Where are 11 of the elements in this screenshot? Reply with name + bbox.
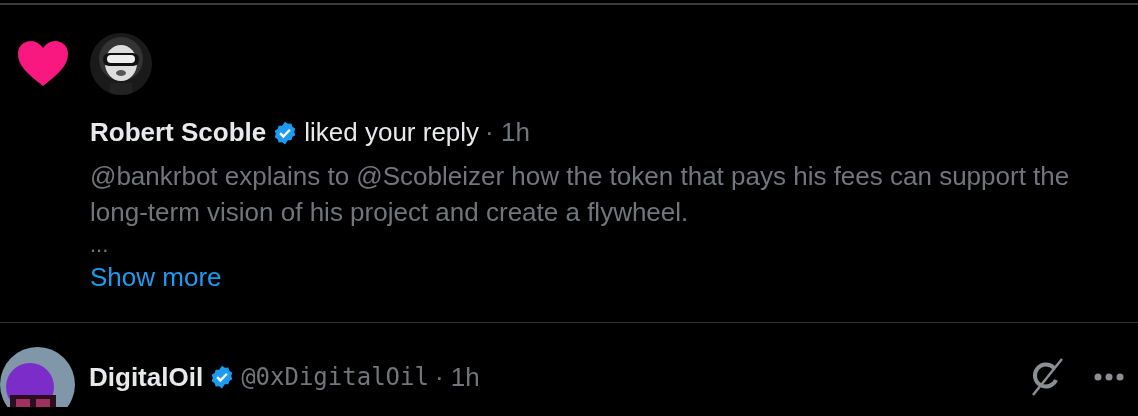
reply-text: @bankrbot explains to @Scobleizer how the token that pays his fees can support the long-term vision of his project and create a flywheel. <box>90 160 1071 229</box>
timestamp: · 1h <box>434 361 480 393</box>
user-handle[interactable]: @0xDigitalOil <box>241 363 429 391</box>
show-more-link[interactable]: Show more <box>90 260 222 294</box>
grok-icon[interactable] <box>1030 358 1064 396</box>
action-text: liked your reply <box>304 117 480 148</box>
timestamp: · 1h <box>485 117 530 148</box>
more-icon[interactable] <box>1094 373 1124 381</box>
ellipsis: ... <box>90 231 110 259</box>
user-name[interactable]: Robert Scoble <box>90 117 267 148</box>
user-name[interactable]: DigitalOil <box>89 361 204 393</box>
